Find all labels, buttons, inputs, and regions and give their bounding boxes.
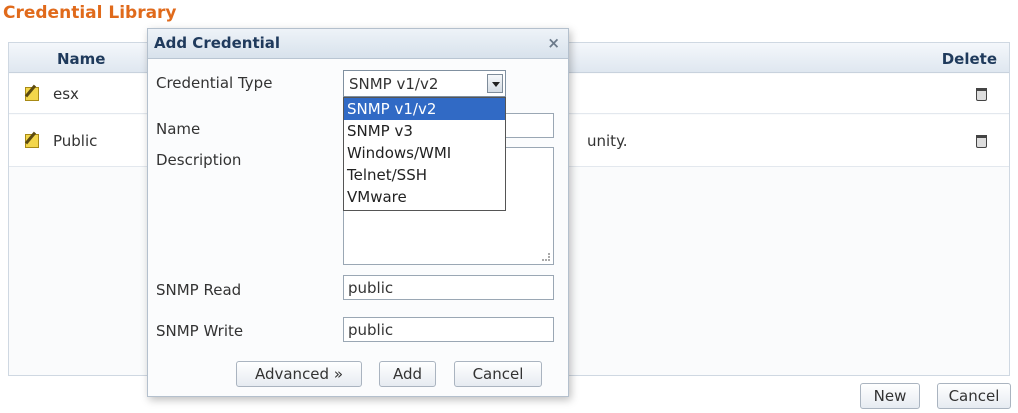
resize-grip-icon[interactable] <box>542 253 550 261</box>
snmp-write-label: SNMP Write <box>156 322 244 340</box>
page-title: Credential Library <box>3 3 177 23</box>
dropdown-option[interactable]: SNMP v1/v2 <box>344 98 505 120</box>
snmp-read-field[interactable]: public <box>343 275 554 300</box>
dropdown-option[interactable]: SNMP v3 <box>344 120 505 142</box>
advanced-button[interactable]: Advanced » <box>236 361 362 387</box>
trash-icon[interactable] <box>976 135 987 148</box>
dropdown-option[interactable]: Windows/WMI <box>344 142 505 164</box>
add-button[interactable]: Add <box>379 361 436 387</box>
dialog-title: Add Credential <box>154 34 281 52</box>
column-header-delete: Delete <box>941 50 997 68</box>
dialog-header[interactable]: Add Credential × <box>148 29 568 59</box>
trash-icon[interactable] <box>976 88 987 101</box>
cancel-button[interactable]: Cancel <box>937 383 1011 409</box>
edit-icon[interactable] <box>25 134 39 148</box>
edit-icon[interactable] <box>25 87 39 101</box>
credential-name[interactable]: Public <box>53 132 97 150</box>
description-label: Description <box>156 151 242 169</box>
dropdown-option[interactable]: VMware <box>344 186 505 208</box>
credential-type-label: Credential Type <box>156 74 273 92</box>
credential-type-value: SNMP v1/v2 <box>349 75 439 93</box>
dropdown-option[interactable]: Telnet/SSH <box>344 164 505 186</box>
dialog-cancel-button[interactable]: Cancel <box>454 361 542 387</box>
chevron-down-icon[interactable] <box>487 74 503 93</box>
name-label: Name <box>156 120 201 138</box>
new-button[interactable]: New <box>860 383 920 409</box>
snmp-write-field[interactable]: public <box>343 317 554 342</box>
credential-name[interactable]: esx <box>53 85 79 103</box>
credential-description: unity. <box>587 132 628 150</box>
credential-type-select[interactable]: SNMP v1/v2 <box>343 70 506 97</box>
add-credential-dialog: Add Credential × Credential Type SNMP v1… <box>147 28 569 397</box>
column-header-name[interactable]: Name <box>57 50 105 68</box>
snmp-read-label: SNMP Read <box>156 281 242 299</box>
credential-type-dropdown: SNMP v1/v2 SNMP v3 Windows/WMI Telnet/SS… <box>343 97 506 211</box>
close-icon[interactable]: × <box>547 34 560 52</box>
